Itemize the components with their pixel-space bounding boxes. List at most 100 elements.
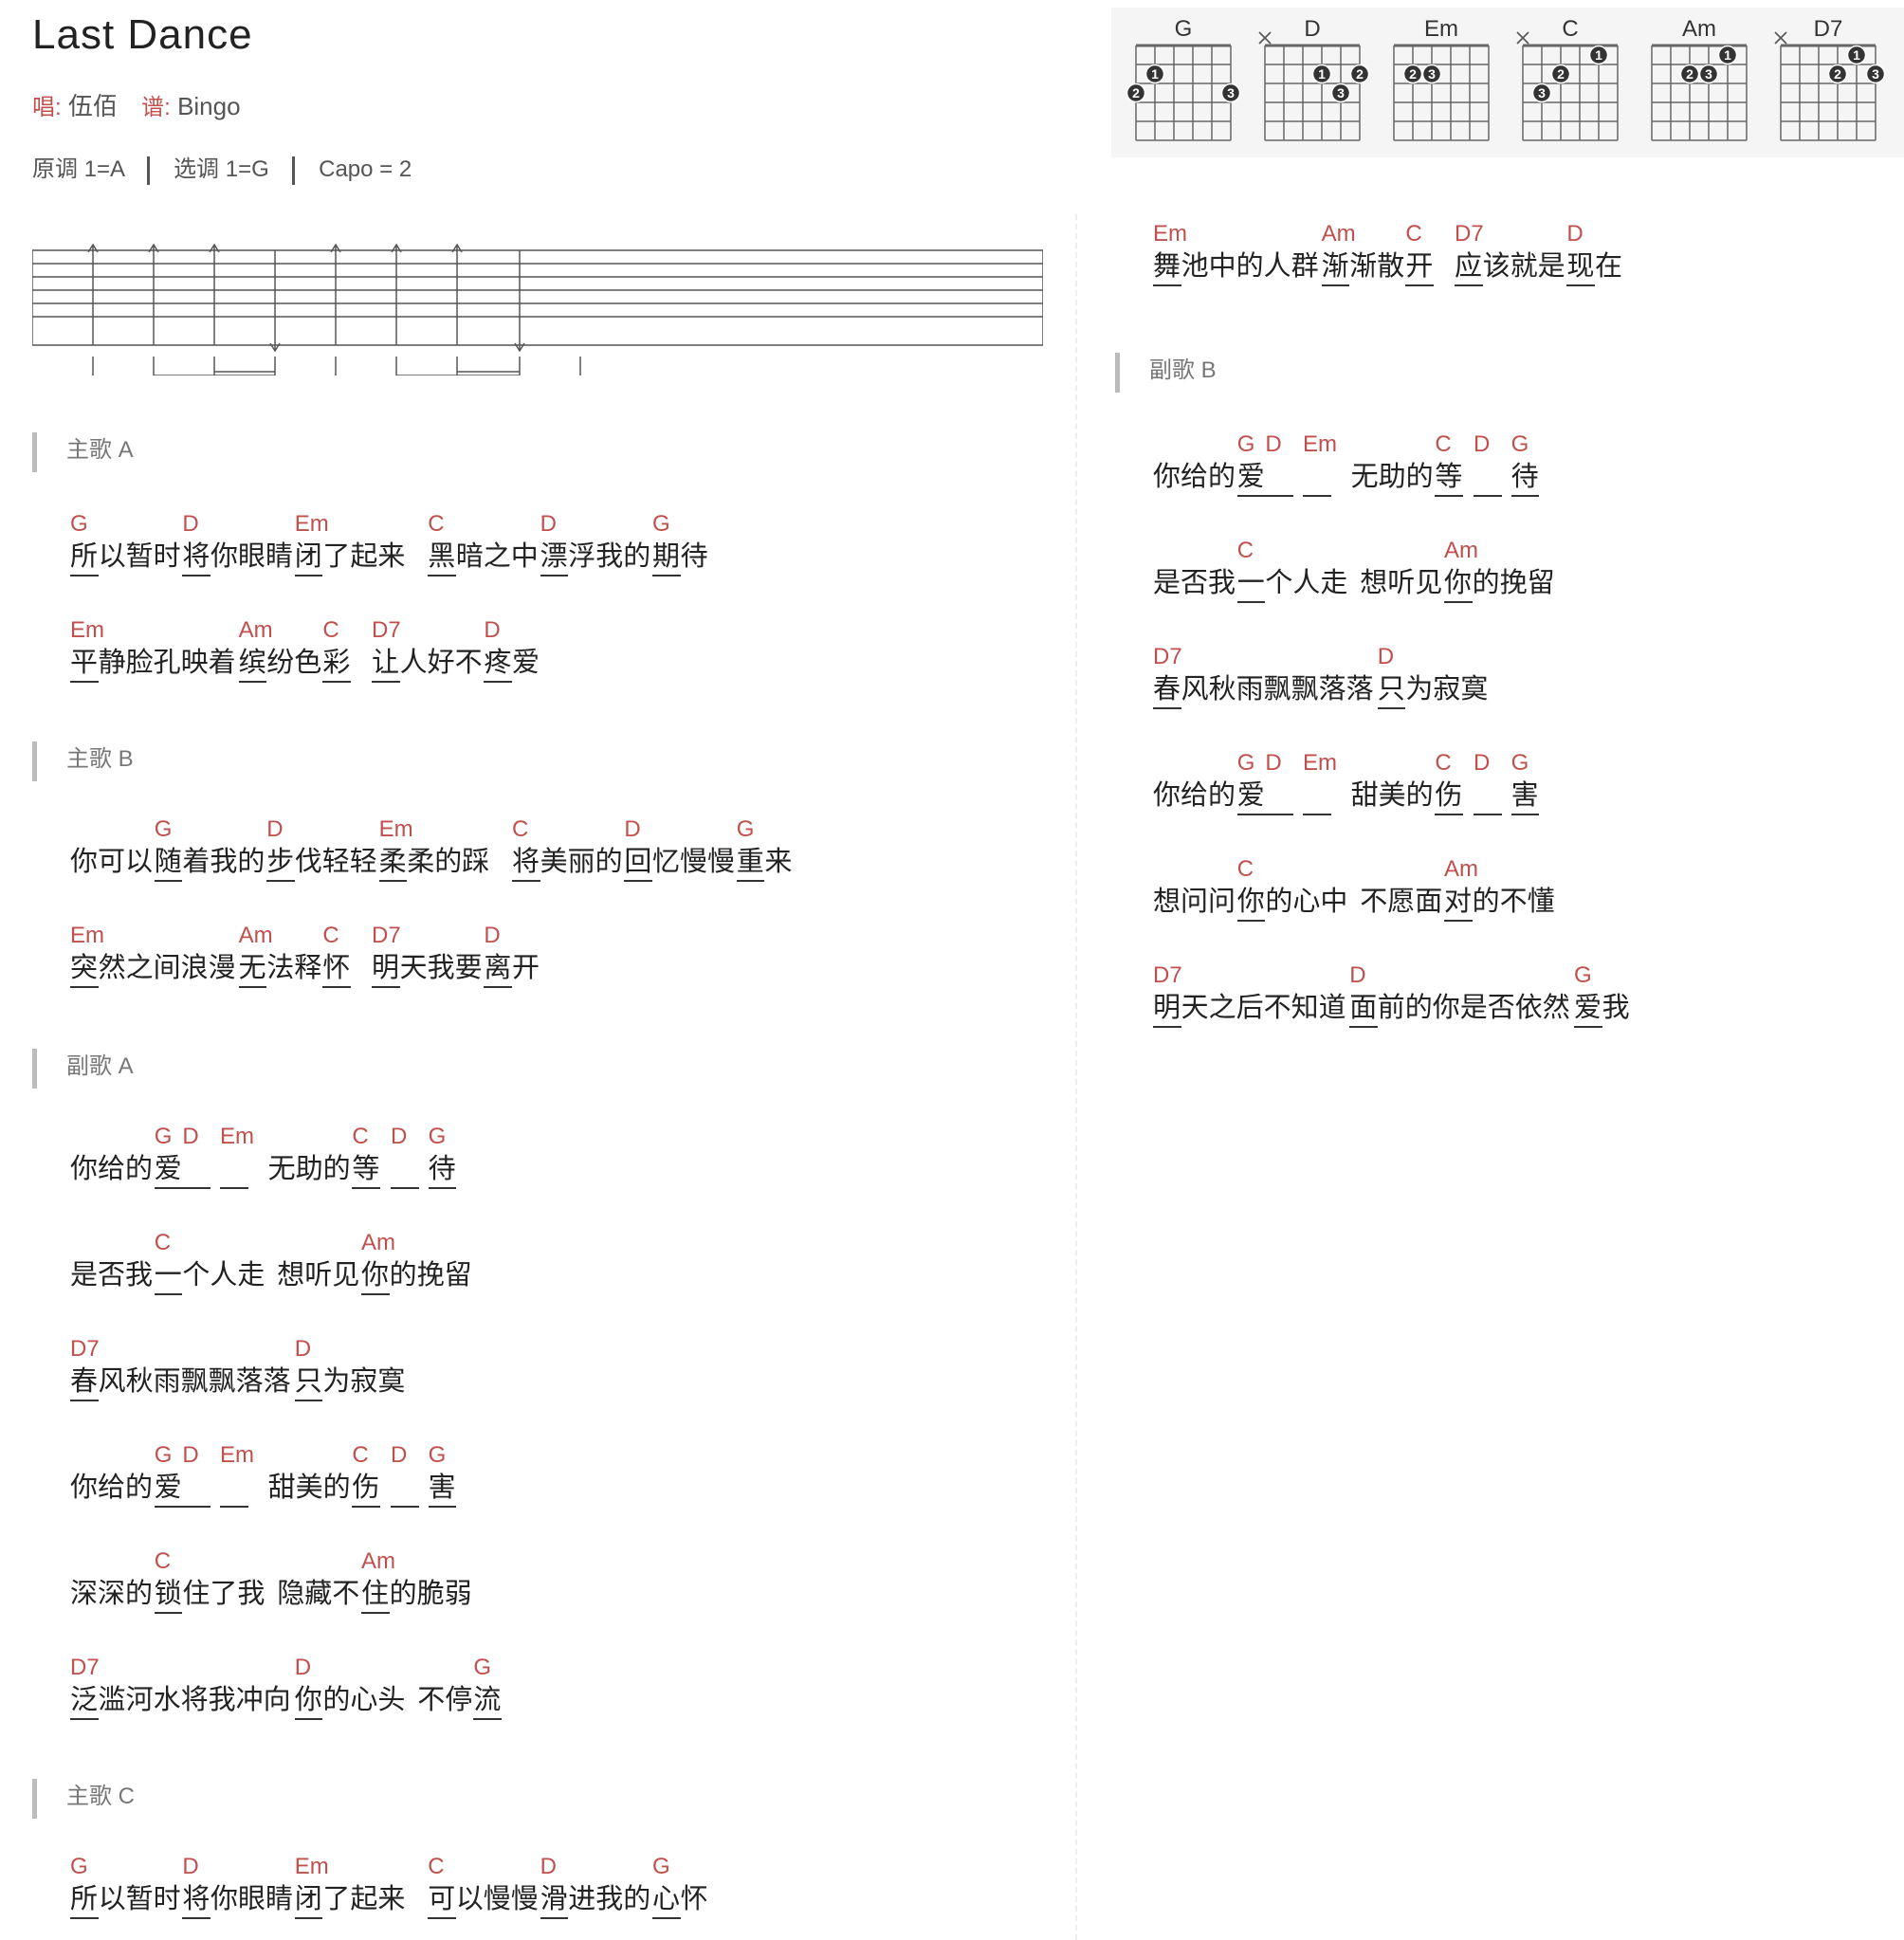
lyric-text: 一	[154, 1260, 182, 1290]
chord-label[interactable]: G	[1237, 432, 1255, 457]
chord-label[interactable]: D	[295, 1337, 311, 1362]
chord-label[interactable]: G	[473, 1656, 491, 1680]
chord-label[interactable]: G	[429, 1125, 447, 1149]
selected-key[interactable]: 选调 1=G	[174, 156, 269, 182]
chord-label[interactable]: C	[1435, 751, 1451, 776]
hold-blank	[1303, 814, 1331, 815]
chord-label[interactable]: G	[1511, 432, 1529, 457]
chord-label[interactable]: D	[1265, 432, 1281, 457]
chord-underline	[1405, 284, 1434, 286]
chord-label[interactable]: C	[155, 1549, 171, 1574]
chord-label[interactable]: D	[1265, 751, 1281, 776]
chord-label[interactable]: D	[266, 817, 283, 842]
chord-label[interactable]: Am	[361, 1549, 395, 1574]
chord-label[interactable]: Em	[295, 512, 329, 537]
chord-label[interactable]: Em	[220, 1443, 254, 1468]
chord-label[interactable]: G	[155, 817, 173, 842]
chord-label[interactable]: Em	[1153, 222, 1187, 247]
chord-label[interactable]: D	[182, 1855, 198, 1879]
chord-name: G	[1175, 16, 1193, 42]
chord-label[interactable]: G	[1574, 963, 1592, 988]
finger-number: 1	[1595, 47, 1602, 63]
lyric-text: 爱	[154, 1473, 182, 1503]
chord-label[interactable]: G	[429, 1443, 447, 1468]
chord-label[interactable]: C	[352, 1443, 368, 1468]
chord-label[interactable]: D7	[372, 924, 401, 948]
chord-label[interactable]: D7	[1455, 222, 1484, 247]
chord-label[interactable]: Em	[70, 924, 104, 948]
chord-label[interactable]: Am	[1444, 857, 1478, 882]
chord-label[interactable]: G	[737, 817, 755, 842]
chord-diagram-c[interactable]: C 1 23	[1516, 16, 1619, 141]
chord-label[interactable]: D	[295, 1656, 311, 1680]
chord-label[interactable]: G	[155, 1125, 173, 1149]
chord-label[interactable]: D	[1566, 222, 1583, 247]
chord-diagram-d7[interactable]: D7 12 3	[1774, 16, 1886, 141]
chord-label[interactable]: G	[1237, 751, 1255, 776]
chord-label[interactable]: Em	[220, 1125, 254, 1149]
score-author[interactable]: Bingo	[177, 92, 241, 120]
chord-label[interactable]: D	[540, 1855, 557, 1879]
chord-label[interactable]: D7	[1153, 645, 1182, 669]
chord-label[interactable]: Am	[1444, 539, 1478, 563]
chord-label[interactable]: C	[322, 618, 339, 643]
chord-label[interactable]: Em	[379, 817, 413, 842]
chord-label[interactable]: D	[182, 512, 198, 537]
chord-label[interactable]: D	[1474, 432, 1490, 457]
chord-label[interactable]: C	[322, 924, 339, 948]
chord-diagram-am[interactable]: Am 1 2 3	[1651, 16, 1748, 141]
finger-number: 1	[1853, 47, 1860, 63]
chord-underline	[624, 880, 652, 882]
singer-name[interactable]: 伍佰	[68, 92, 118, 120]
chord-diagram-em[interactable]: Em 2 3	[1393, 16, 1490, 141]
lyric-text: 无助的	[267, 1154, 351, 1184]
chord-diagram-g[interactable]: G 12 3	[1126, 16, 1241, 141]
chord-label[interactable]: G	[155, 1443, 173, 1468]
chord-label[interactable]: D7	[1153, 963, 1182, 988]
chord-label[interactable]: D	[1349, 963, 1365, 988]
chord-label[interactable]: D	[391, 1125, 407, 1149]
chord-label[interactable]: D7	[70, 1656, 100, 1680]
chord-label[interactable]: Em	[1303, 751, 1337, 776]
chord-label[interactable]: Em	[1303, 432, 1337, 457]
chord-label[interactable]: D	[391, 1443, 407, 1468]
chord-label[interactable]: G	[652, 512, 670, 537]
chord-label[interactable]: C	[428, 512, 444, 537]
chord-label[interactable]: G	[70, 512, 88, 537]
chord-label[interactable]: D7	[372, 618, 401, 643]
chord-label[interactable]: D	[484, 618, 500, 643]
chord-label[interactable]: C	[155, 1231, 171, 1255]
lyric-text: 你眼睛	[211, 541, 294, 572]
chord-label[interactable]: G	[652, 1855, 670, 1879]
chord-label[interactable]: C	[1435, 432, 1451, 457]
lyric-line: 你给的 G 爱 D Em 甜美的 C 伤 D G 害	[1153, 751, 1904, 815]
chord-label[interactable]: D	[182, 1443, 198, 1468]
chord-label[interactable]: D	[624, 817, 640, 842]
chord-label[interactable]: Em	[70, 618, 104, 643]
chord-label[interactable]: Am	[239, 924, 273, 948]
chord-label[interactable]: D7	[70, 1337, 100, 1362]
chord-label[interactable]: D	[182, 1125, 198, 1149]
chord-label[interactable]: Am	[239, 618, 273, 643]
lyric-text: 为寂寞	[1405, 674, 1489, 705]
chord-label[interactable]: D	[1474, 751, 1490, 776]
chord-label[interactable]: C	[352, 1125, 368, 1149]
chord-diagram-d[interactable]: D 1 23	[1258, 16, 1370, 141]
chord-label[interactable]: C	[428, 1855, 444, 1879]
chord-label[interactable]: G	[1511, 751, 1529, 776]
chord-label[interactable]: C	[1405, 222, 1421, 247]
chord-label[interactable]: D	[1378, 645, 1394, 669]
chord-label[interactable]: G	[70, 1855, 88, 1879]
chord-label[interactable]: Em	[295, 1855, 329, 1879]
chord-underline	[70, 1718, 99, 1720]
chord-label[interactable]: Am	[1322, 222, 1356, 247]
chord-label[interactable]: D	[484, 924, 500, 948]
chord-label[interactable]: D	[540, 512, 557, 537]
chord-label[interactable]: Am	[361, 1231, 395, 1255]
chord-label[interactable]: C	[1237, 539, 1254, 563]
chord-name: Em	[1424, 16, 1458, 42]
chord-label[interactable]: C	[1237, 857, 1254, 882]
finger-number: 2	[1686, 66, 1693, 82]
lyric-text: 来	[764, 847, 793, 877]
chord-label[interactable]: C	[512, 817, 528, 842]
